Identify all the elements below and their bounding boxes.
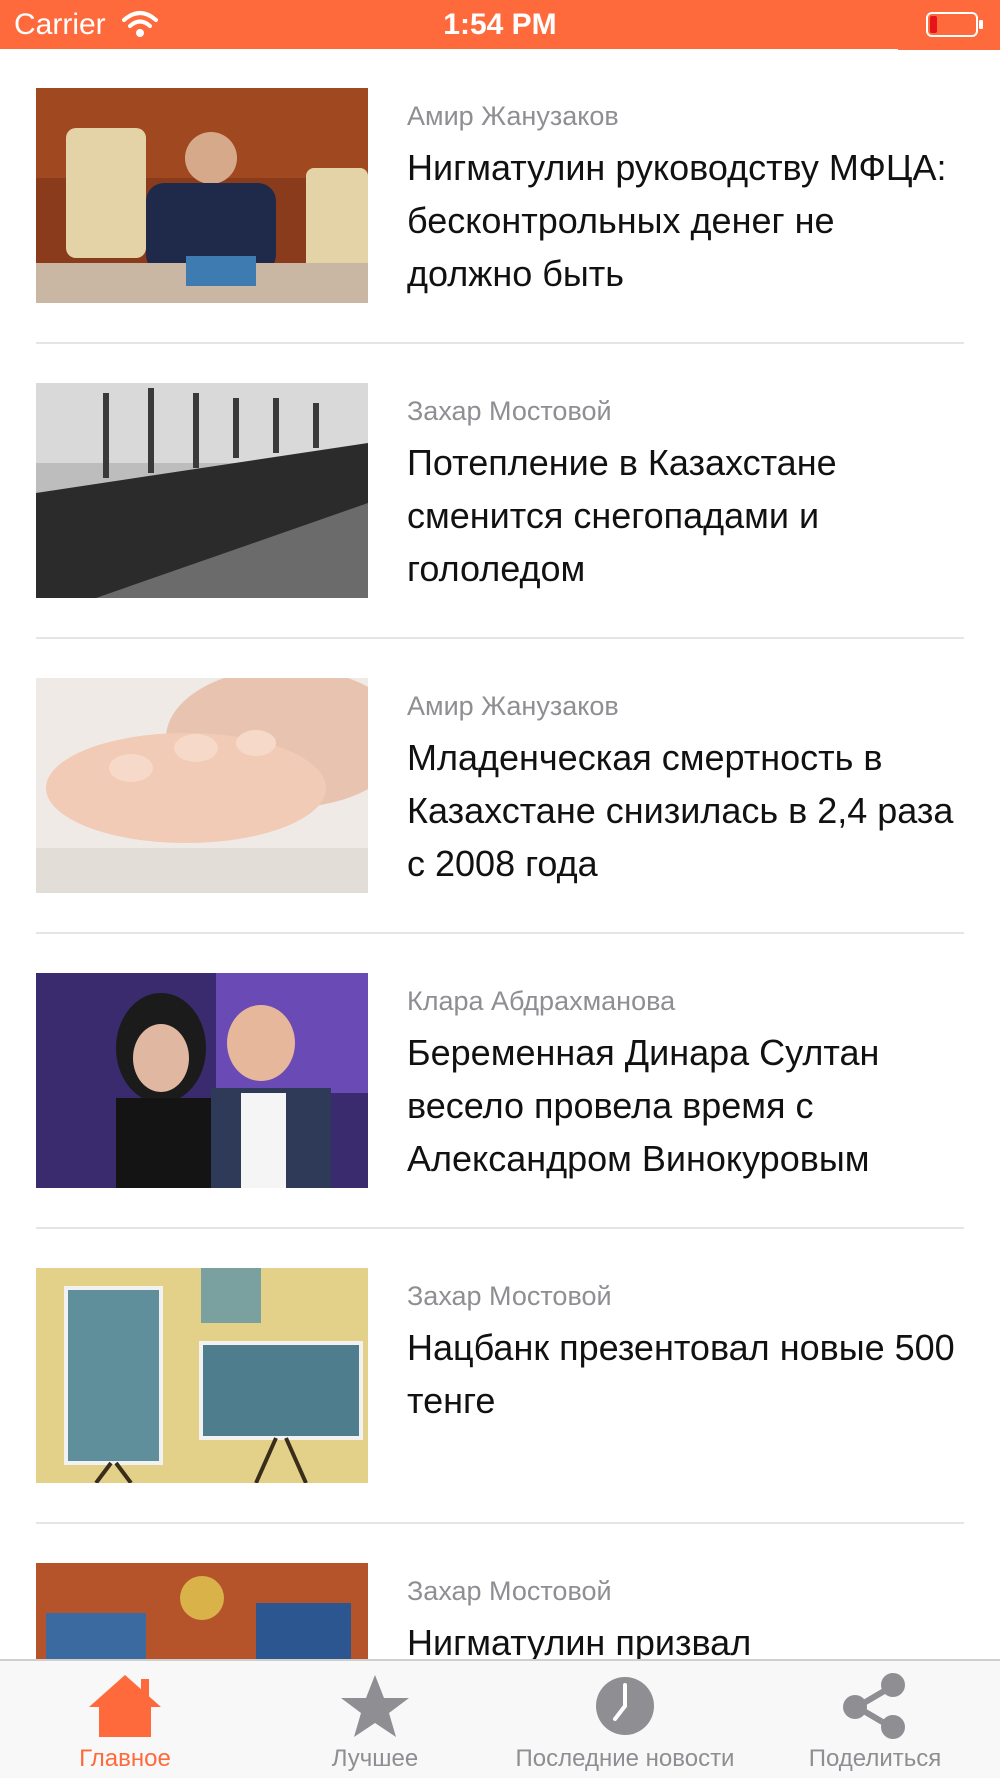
article-title[interactable]: Беременная Динара Султан весело провела …: [407, 1026, 967, 1185]
status-bar: Carrier 1:54 PM: [0, 0, 1000, 50]
article-author: Клара Абдрахманова: [407, 986, 676, 1016]
tab-latest-news[interactable]: Последние новости: [500, 1661, 750, 1778]
article-author: Амир Жанузаков: [407, 101, 619, 131]
share-icon: [843, 1673, 905, 1739]
home-icon: [89, 1675, 161, 1737]
article-title[interactable]: Нацбанк презентовал новые 500 тенге: [407, 1321, 967, 1427]
article-item[interactable]: Амир Жанузаков Младенческая смертность в…: [36, 639, 964, 934]
article-title[interactable]: Нигматулин руководству МФЦА: бесконтроль…: [407, 141, 967, 300]
article-title[interactable]: Нигматулин призвал: [407, 1616, 967, 1659]
tab-label: Главное: [79, 1745, 171, 1772]
article-thumbnail: [36, 678, 368, 893]
article-thumbnail: [36, 1268, 368, 1483]
tab-label: Поделиться: [808, 1745, 942, 1772]
tab-label: Последние новости: [515, 1745, 735, 1772]
tab-best[interactable]: Лучшее: [250, 1661, 500, 1778]
clock-icon: [596, 1677, 654, 1735]
article-thumbnail: [36, 88, 368, 303]
article-item[interactable]: Захар Мостовой Нигматулин призвал: [36, 1524, 964, 1659]
tab-share[interactable]: Поделиться: [750, 1661, 1000, 1778]
news-feed[interactable]: Амир Жанузаков Нигматулин руководству МФ…: [0, 49, 1000, 1659]
article-thumbnail: [36, 383, 368, 598]
article-item[interactable]: Захар Мостовой Потепление в Казахстане с…: [36, 344, 964, 639]
article-thumbnail: [36, 1563, 368, 1659]
tab-bar: Главное Лучшее Последние новости Поделит…: [0, 1659, 1000, 1778]
clock-time: 1:54 PM: [443, 8, 557, 41]
battery-icon: [926, 12, 983, 37]
article-title[interactable]: Младенческая смертность в Казахстане сни…: [407, 731, 967, 890]
article-author: Амир Жанузаков: [407, 691, 619, 721]
article-item[interactable]: Клара Абдрахманова Беременная Динара Сул…: [36, 934, 964, 1229]
tab-label: Лучшее: [331, 1745, 419, 1772]
article-thumbnail: [36, 973, 368, 1188]
article-author: Захар Мостовой: [407, 1281, 612, 1311]
article-item[interactable]: Амир Жанузаков Нигматулин руководству МФ…: [36, 49, 964, 344]
tab-home[interactable]: Главное: [0, 1661, 250, 1778]
article-author: Захар Мостовой: [407, 396, 612, 426]
article-title[interactable]: Потепление в Казахстане сменится снегопа…: [407, 436, 967, 595]
article-item[interactable]: Захар Мостовой Нацбанк презентовал новые…: [36, 1229, 964, 1524]
star-icon: [341, 1675, 409, 1737]
article-author: Захар Мостовой: [407, 1576, 612, 1606]
